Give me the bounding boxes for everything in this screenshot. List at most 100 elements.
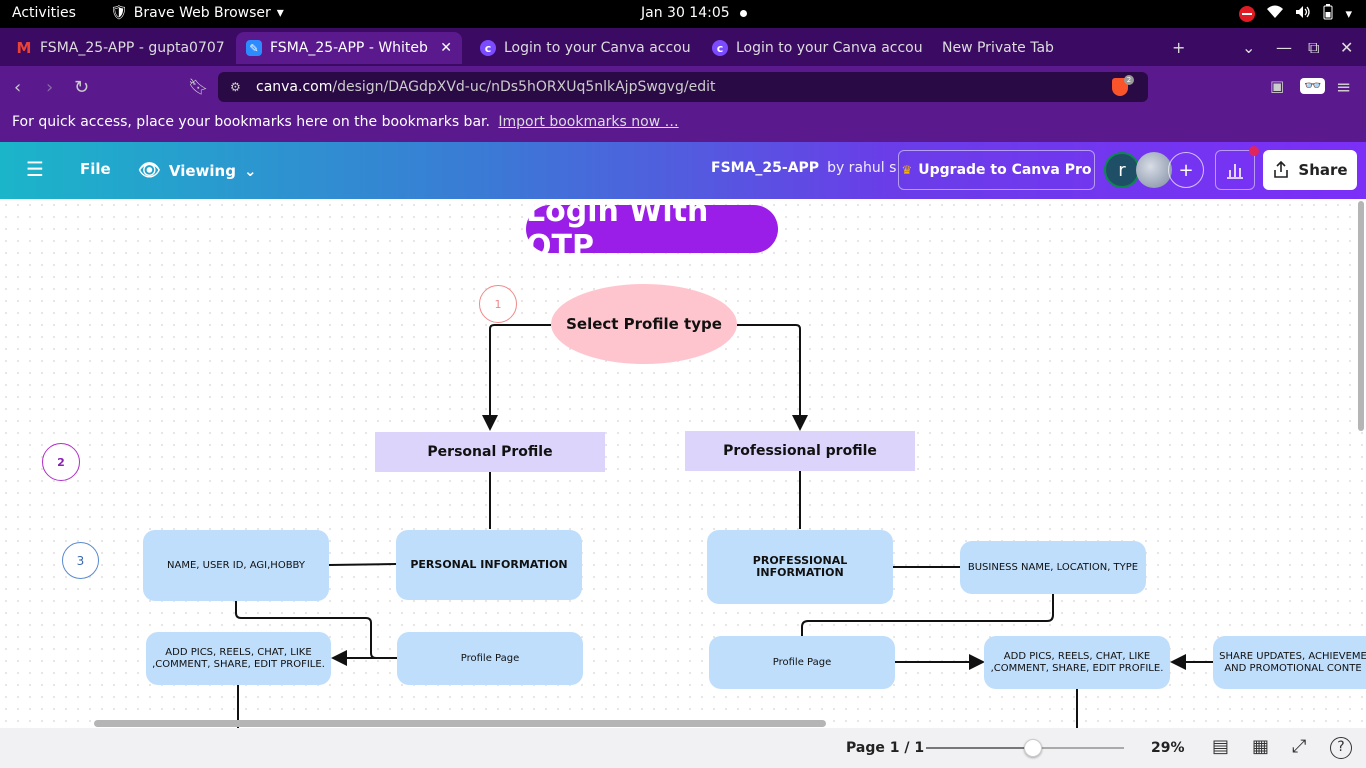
horizontal-scrollbar[interactable]	[94, 720, 826, 727]
tab-label: Login to your Canva accou	[504, 40, 691, 56]
minimize-icon[interactable]: —	[1276, 38, 1292, 57]
professional-information-node[interactable]: PROFESSIONAL INFORMATION	[707, 530, 893, 604]
personal-profile-page-node[interactable]: Profile Page	[397, 632, 583, 685]
import-bookmarks-link[interactable]: Import bookmarks now …	[498, 114, 678, 130]
design-title[interactable]: FSMA_25-APP by rahul s	[711, 160, 896, 176]
battery-icon	[1323, 4, 1333, 24]
url-host: canva.com	[256, 79, 333, 95]
reload-icon[interactable]: ↻	[74, 77, 89, 98]
wifi-icon	[1267, 5, 1284, 23]
menu-icon[interactable]: ≡	[1336, 77, 1351, 98]
bookmark-icon[interactable]: 🔖︎	[188, 77, 208, 96]
tab-canva-login-2[interactable]: c Login to your Canva accou	[702, 32, 926, 64]
step-marker-1[interactable]: 1	[479, 285, 517, 323]
tab-list-icon[interactable]: ⌄	[1242, 38, 1255, 57]
tab-label: FSMA_25-APP - Whiteb	[270, 40, 428, 56]
page-indicator[interactable]: Page 1 / 1	[846, 740, 924, 756]
viewing-label: Viewing	[168, 161, 236, 180]
whiteboard-canvas[interactable]: Login With OTP 1 2 3 Select Profile type…	[0, 199, 1366, 728]
professional-profile-page-node[interactable]: Profile Page	[709, 636, 895, 689]
vertical-scrollbar[interactable]	[1358, 201, 1364, 431]
site-info-icon[interactable]: ⚙	[230, 80, 241, 94]
tab-gmail[interactable]: M FSMA_25-APP - gupta0707	[6, 32, 234, 64]
shields-count-badge: 2	[1124, 75, 1134, 85]
crown-icon: ♛	[901, 163, 913, 177]
system-tray[interactable]: ▾	[1239, 4, 1352, 24]
bookmarks-message: For quick access, place your bookmarks h…	[12, 114, 490, 130]
upgrade-button[interactable]: ♛ Upgrade to Canva Pro	[898, 150, 1095, 190]
zoom-slider-fill	[926, 747, 1033, 749]
help-icon[interactable]: ?	[1330, 737, 1352, 759]
canva-app-icon: ✎	[246, 40, 262, 56]
tab-canva-whiteboard[interactable]: ✎ FSMA_25-APP - Whiteb ✕	[236, 32, 462, 64]
canva-icon: c	[480, 40, 496, 56]
grid-view-icon[interactable]: ▦	[1252, 736, 1269, 757]
browser-tab-bar: M FSMA_25-APP - gupta0707 ✎ FSMA_25-APP …	[0, 28, 1366, 66]
volume-icon	[1295, 5, 1311, 23]
power-menu-icon: ▾	[1345, 6, 1352, 22]
step-marker-3[interactable]: 3	[62, 542, 99, 579]
close-window-icon[interactable]: ✕	[1340, 38, 1353, 57]
viewing-mode-dropdown[interactable]: 👁︎ Viewing ⌄	[138, 160, 257, 181]
system-top-bar: Activities 🛡 Brave Web Browser ▾ Jan 30 …	[0, 0, 1366, 28]
activities-button[interactable]: Activities	[12, 5, 76, 21]
canva-header: ☰ File 👁︎ Viewing ⌄ FSMA_25-APP by rahul…	[0, 142, 1366, 199]
clock[interactable]: Jan 30 14:05	[641, 5, 730, 21]
share-button[interactable]: Share	[1263, 150, 1357, 190]
step-marker-2[interactable]: 2	[42, 443, 80, 481]
sidebar-icon[interactable]: ▣	[1270, 77, 1284, 95]
forward-icon[interactable]: ›	[46, 77, 53, 98]
close-tab-icon[interactable]: ✕	[440, 40, 452, 56]
bookmarks-bar: For quick access, place your bookmarks h…	[0, 108, 1366, 142]
professional-actions-node[interactable]: ADD PICS, REELS, CHAT, LIKE ,COMMENT, SH…	[984, 636, 1170, 689]
business-fields-node[interactable]: BUSINESS NAME, LOCATION, TYPE	[960, 541, 1146, 594]
app-menu[interactable]: 🛡 Brave Web Browser ▾	[110, 5, 284, 21]
user-avatar[interactable]: r	[1104, 152, 1140, 188]
insights-button[interactable]	[1215, 150, 1255, 190]
personal-profile-node[interactable]: Personal Profile	[375, 432, 605, 472]
personal-information-node[interactable]: PERSONAL INFORMATION	[396, 530, 582, 600]
gmail-icon: M	[16, 39, 32, 57]
zoom-slider[interactable]	[926, 739, 1124, 757]
chevron-down-icon: ⌄	[243, 161, 257, 180]
upgrade-label: Upgrade to Canva Pro	[918, 162, 1092, 178]
personal-actions-node[interactable]: ADD PICS, REELS, CHAT, LIKE ,COMMENT, SH…	[146, 632, 331, 685]
canva-icon: c	[712, 40, 728, 56]
share-icon	[1274, 161, 1289, 178]
design-name: FSMA_25-APP	[711, 160, 820, 176]
canva-footer: Page 1 / 1 29% ▤ ▦ ⤢ ?	[0, 728, 1366, 768]
chevron-down-icon: ▾	[276, 5, 284, 21]
share-label: Share	[1298, 161, 1348, 179]
back-icon[interactable]: ‹	[14, 77, 21, 98]
zoom-slider-thumb[interactable]	[1023, 739, 1042, 757]
new-tab-icon[interactable]: +	[1172, 38, 1185, 57]
notification-dot	[1249, 146, 1259, 156]
collaborator-avatar[interactable]	[1136, 152, 1172, 188]
add-collaborator-button[interactable]: +	[1168, 152, 1204, 188]
professional-profile-node[interactable]: Professional profile	[685, 431, 915, 471]
bar-chart-icon	[1227, 164, 1243, 179]
select-profile-type-node[interactable]: Select Profile type	[551, 284, 737, 364]
do-not-disturb-icon	[1239, 6, 1256, 22]
tab-label: FSMA_25-APP - gupta0707	[40, 40, 225, 56]
diagram-title[interactable]: Login With OTP	[526, 199, 778, 264]
private-mode-icon[interactable]: 👓	[1300, 78, 1326, 94]
tab-canva-login-1[interactable]: c Login to your Canva accou	[470, 32, 694, 64]
eye-icon: 👁︎	[138, 160, 161, 181]
design-owner: by rahul s	[827, 160, 897, 176]
hamburger-menu-icon[interactable]: ☰	[26, 157, 44, 181]
personal-fields-node[interactable]: NAME, USER ID, AGI,HOBBY	[143, 530, 329, 601]
notification-dot	[740, 10, 747, 17]
tab-new-private[interactable]: New Private Tab	[932, 32, 1132, 64]
browser-toolbar: ‹ › ↻ 🔖︎ ⚙ canva.com/design/DAGdpXVd-uc/…	[0, 66, 1366, 108]
file-menu[interactable]: File	[80, 160, 111, 178]
url-path: /design/DAGdpXVd-uc/nDs5hORXUq5nlkAjpSwg…	[332, 79, 716, 95]
app-name: Brave Web Browser	[133, 5, 271, 21]
fullscreen-icon[interactable]: ⤢	[1292, 736, 1306, 757]
share-updates-node[interactable]: SHARE UPDATES, ACHIEVEME AND PROMOTIONAL…	[1213, 636, 1366, 689]
maximize-icon[interactable]: ⧉	[1308, 38, 1319, 58]
zoom-level[interactable]: 29%	[1151, 740, 1185, 756]
address-bar[interactable]: ⚙ canva.com/design/DAGdpXVd-uc/nDs5hORXU…	[218, 72, 1148, 102]
pages-view-icon[interactable]: ▤	[1212, 736, 1229, 757]
tab-label: Login to your Canva accou	[736, 40, 923, 56]
